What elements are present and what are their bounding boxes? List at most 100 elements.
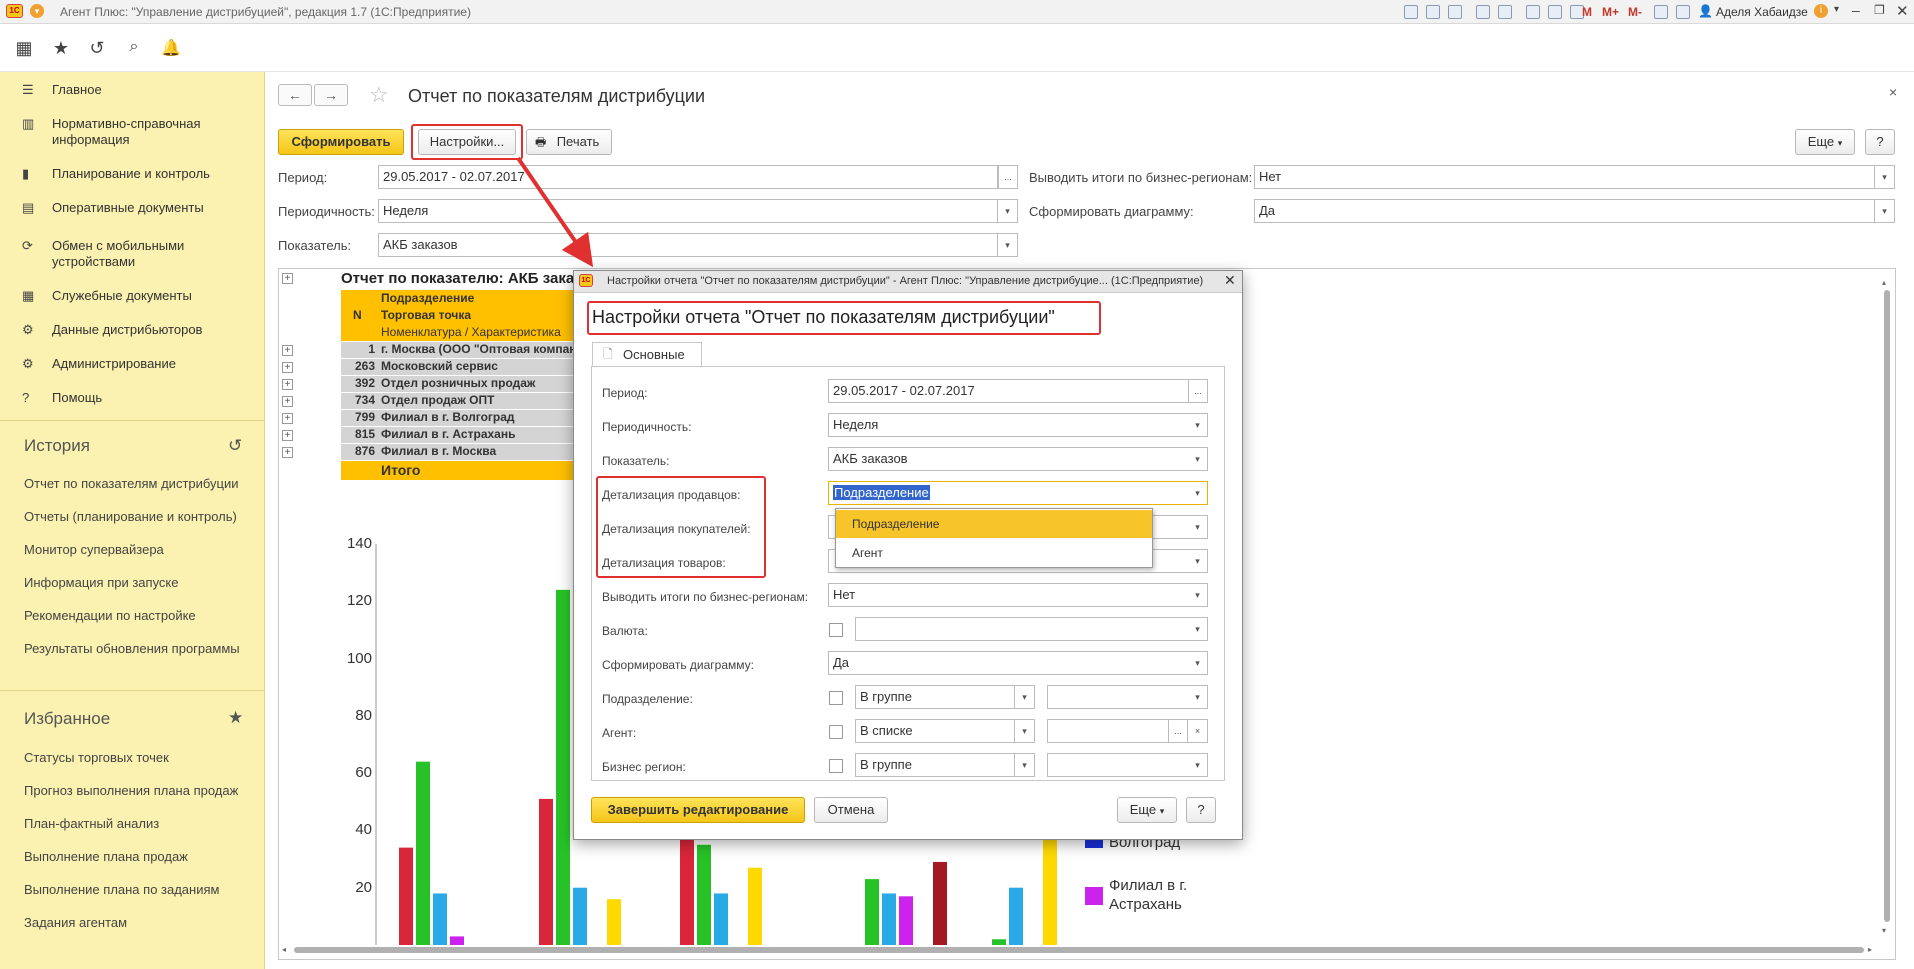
dlg-indicator-dropdown[interactable]: ▾ [1188, 447, 1208, 471]
chart-input[interactable]: Да [1254, 199, 1875, 223]
history-link[interactable]: Информация при запуске [24, 575, 179, 590]
info-icon[interactable]: i [1814, 4, 1828, 18]
history-link[interactable]: Отчет по показателям дистрибуции [24, 476, 239, 491]
table-row[interactable]: 1 г. Москва (ООО "Оптовая компания") [341, 342, 573, 359]
periodicity-dropdown[interactable]: ▾ [998, 199, 1018, 223]
dlg-department-value[interactable] [1047, 685, 1190, 709]
dlg-region-checkbox[interactable] [829, 759, 843, 773]
expand-row-icon[interactable]: + [282, 396, 293, 407]
forward-button[interactable]: → [314, 84, 348, 106]
dialog-help-button[interactable]: ? [1186, 797, 1216, 823]
dlg-period-input[interactable]: 29.05.2017 - 02.07.2017 [828, 379, 1190, 403]
restore-icon[interactable]: ❐ [1874, 3, 1885, 17]
scroll-down-icon[interactable]: ▾ [1882, 926, 1886, 935]
table-row[interactable]: 815 Филиал в г. Астрахань [341, 427, 573, 444]
dlg-agent-value[interactable] [1047, 719, 1170, 743]
dialog-more-button[interactable]: Еще ▾ [1117, 797, 1177, 823]
upload-icon[interactable] [1476, 5, 1490, 19]
expand-row-icon[interactable]: + [282, 379, 293, 390]
scrollbar-thumb[interactable] [294, 947, 1864, 953]
preview-icon[interactable] [1448, 5, 1462, 19]
dialog-close-icon[interactable]: ✕ [1224, 272, 1236, 289]
copy-icon[interactable] [1498, 5, 1512, 19]
expand-row-icon[interactable]: + [282, 345, 293, 356]
expand-row-icon[interactable]: + [282, 413, 293, 424]
dlg-currency-dropdown[interactable]: ▾ [1188, 617, 1208, 641]
expand-row-icon[interactable]: + [282, 447, 293, 458]
table-row[interactable]: 876 Филиал в г. Москва [341, 444, 573, 461]
dlg-department-condition-dropdown[interactable]: ▾ [1015, 685, 1035, 709]
period-select-button[interactable]: ... [998, 165, 1018, 189]
dlg-chart-input[interactable]: Да [828, 651, 1190, 675]
dlg-region-value[interactable] [1047, 753, 1190, 777]
apps-icon[interactable]: ▦ [13, 38, 35, 59]
dlg-seller-detail-input[interactable]: Подразделение [828, 481, 1190, 505]
totals-input[interactable]: Нет [1254, 165, 1875, 189]
horizontal-scrollbar[interactable]: ◂ ▸ [282, 945, 1878, 955]
chart-dropdown[interactable]: ▾ [1875, 199, 1895, 223]
memory-minus-button[interactable]: M- [1628, 5, 1642, 19]
dlg-agent-condition[interactable]: В списке [855, 719, 1015, 743]
save-icon[interactable] [1404, 5, 1418, 19]
table-icon[interactable] [1526, 5, 1540, 19]
dlg-agent-checkbox[interactable] [829, 725, 843, 739]
favorite-star-icon[interactable]: ☆ [369, 82, 389, 108]
search-icon[interactable]: ⌕ [123, 38, 145, 56]
dlg-agent-condition-dropdown[interactable]: ▾ [1015, 719, 1035, 743]
dlg-region-value-dropdown[interactable]: ▾ [1188, 753, 1208, 777]
history-link[interactable]: Результаты обновления программы [24, 641, 240, 656]
dlg-indicator-input[interactable]: АКБ заказов [828, 447, 1190, 471]
back-button[interactable]: ← [278, 84, 312, 106]
memory-button[interactable]: M [1582, 5, 1592, 19]
scroll-left-icon[interactable]: ◂ [282, 945, 286, 954]
generate-button[interactable]: Сформировать [278, 129, 404, 155]
favorite-link[interactable]: Выполнение плана по заданиям [24, 882, 219, 897]
dlg-periodicity-dropdown[interactable]: ▾ [1188, 413, 1208, 437]
calendar-icon[interactable] [1548, 5, 1562, 19]
scroll-up-icon[interactable]: ▴ [1882, 278, 1886, 287]
bell-icon[interactable]: 🔔 [160, 38, 182, 58]
dlg-totals-dropdown[interactable]: ▾ [1188, 583, 1208, 607]
scrollbar-thumb[interactable] [1884, 290, 1890, 922]
main-menu-icon[interactable]: ▾ [30, 4, 44, 18]
dlg-chart-dropdown[interactable]: ▾ [1188, 651, 1208, 675]
dlg-department-value-dropdown[interactable]: ▾ [1188, 685, 1208, 709]
history-link[interactable]: Монитор супервайзера [24, 542, 164, 557]
zoom-icon[interactable] [1654, 5, 1668, 19]
expand-row-icon[interactable]: + [282, 362, 293, 373]
indicator-dropdown[interactable]: ▾ [998, 233, 1018, 257]
favorites-star-icon[interactable]: ★ [50, 38, 72, 59]
popup-option-agent[interactable]: Агент [836, 539, 1152, 567]
close-form-icon[interactable]: × [1889, 84, 1897, 100]
dlg-agent-clear[interactable]: × [1188, 719, 1208, 743]
dlg-currency-checkbox[interactable] [829, 623, 843, 637]
dlg-region-condition[interactable]: В группе [855, 753, 1015, 777]
indicator-input[interactable]: АКБ заказов [378, 233, 998, 257]
table-row[interactable]: 392 Отдел розничных продаж [341, 376, 573, 393]
favorite-link[interactable]: Прогноз выполнения плана продаж [24, 783, 238, 798]
history-icon[interactable]: ↺ [86, 38, 108, 59]
history-icon[interactable]: ↺ [228, 436, 242, 456]
history-link[interactable]: Отчеты (планирование и контроль) [24, 509, 237, 524]
scroll-right-icon[interactable]: ▸ [1868, 945, 1872, 954]
dlg-currency-input[interactable] [855, 617, 1190, 641]
favorite-link[interactable]: План-фактный анализ [24, 816, 159, 831]
dlg-buyer-detail-dropdown[interactable]: ▾ [1188, 515, 1208, 539]
dlg-agent-select[interactable]: ... [1168, 719, 1188, 743]
dlg-department-condition[interactable]: В группе [855, 685, 1015, 709]
table-row[interactable]: 263 Московский сервис [341, 359, 573, 376]
table-row[interactable]: 799 Филиал в г. Волгоград [341, 410, 573, 427]
dlg-department-checkbox[interactable] [829, 691, 843, 705]
vertical-scrollbar[interactable]: ▴ ▾ [1882, 278, 1892, 938]
expand-all-icon[interactable]: + [282, 273, 293, 284]
dlg-periodicity-input[interactable]: Неделя [828, 413, 1190, 437]
popup-option-department[interactable]: Подразделение [836, 510, 1152, 538]
minimize-icon[interactable]: – [1852, 2, 1860, 18]
period-input[interactable]: 29.05.2017 - 02.07.2017 [378, 165, 998, 189]
finish-editing-button[interactable]: Завершить редактирование [591, 797, 805, 823]
dlg-period-select[interactable]: ... [1188, 379, 1208, 403]
favorite-link[interactable]: Выполнение плана продаж [24, 849, 188, 864]
favorite-link[interactable]: Статусы торговых точек [24, 750, 169, 765]
more-button[interactable]: Еще ▾ [1795, 129, 1855, 155]
cancel-button[interactable]: Отмена [814, 797, 888, 823]
